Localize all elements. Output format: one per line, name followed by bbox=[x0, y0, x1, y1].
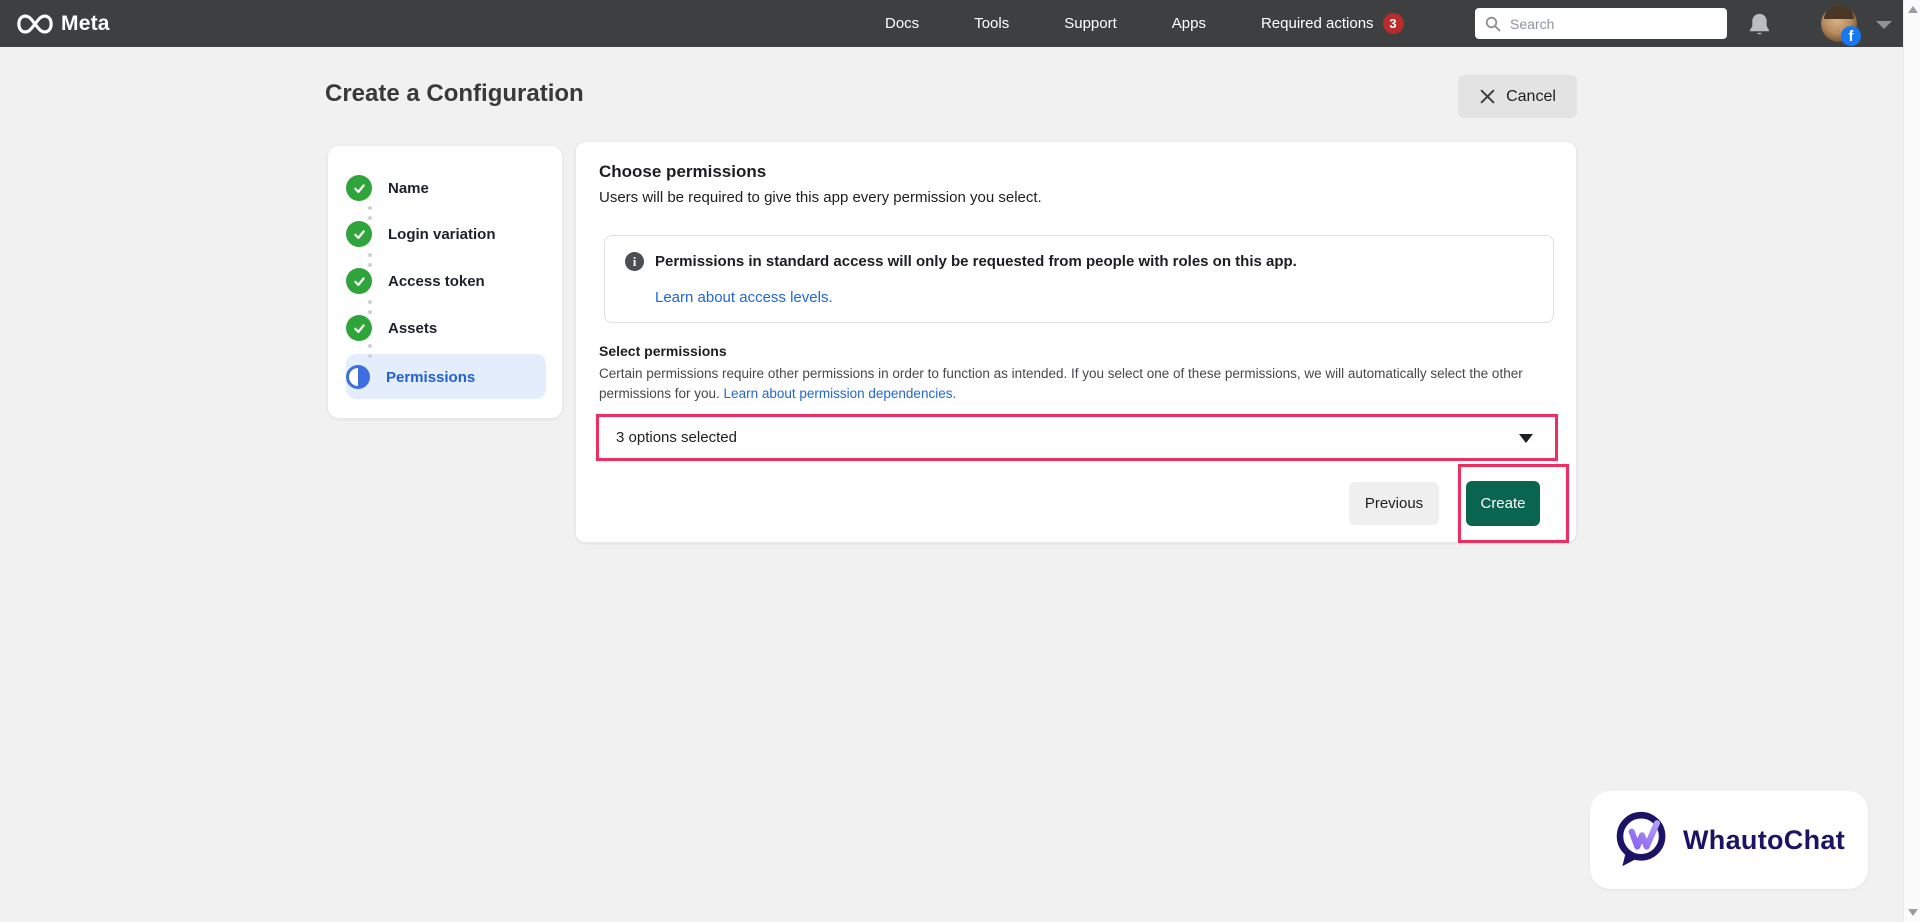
step-name[interactable]: Name bbox=[346, 173, 429, 203]
page-title: Create a Configuration bbox=[325, 80, 584, 107]
step-assets[interactable]: Assets bbox=[346, 313, 437, 343]
nav-apps[interactable]: Apps bbox=[1172, 15, 1206, 32]
step-label: Permissions bbox=[386, 368, 476, 386]
step-connector bbox=[368, 344, 372, 364]
required-actions-count-badge: 3 bbox=[1382, 13, 1404, 34]
nav-docs[interactable]: Docs bbox=[885, 15, 919, 32]
step-label: Login variation bbox=[388, 225, 496, 243]
step-access-token[interactable]: Access token bbox=[346, 266, 485, 296]
cancel-label: Cancel bbox=[1506, 87, 1556, 105]
whautochat-logo-icon bbox=[1616, 811, 1666, 867]
step-label: Assets bbox=[388, 319, 438, 337]
info-text: Permissions in standard access will only… bbox=[655, 253, 1297, 270]
page-scrollbar[interactable] bbox=[1903, 0, 1920, 922]
notifications-bell-icon[interactable] bbox=[1746, 11, 1773, 38]
half-filled-circle-icon bbox=[346, 365, 370, 389]
standard-access-info-box: i Permissions in standard access will on… bbox=[604, 235, 1554, 323]
check-circle-icon bbox=[346, 221, 372, 247]
close-icon bbox=[1480, 89, 1495, 104]
whautochat-brand-text: WhautoChat bbox=[1683, 824, 1845, 855]
cancel-button[interactable]: Cancel bbox=[1458, 75, 1577, 118]
choose-permissions-panel: Choose permissions Users will be require… bbox=[575, 141, 1577, 543]
step-label: Name bbox=[388, 179, 429, 197]
nav-required-actions[interactable]: Required actions 3 bbox=[1261, 13, 1404, 34]
step-label: Access token bbox=[388, 272, 485, 290]
search-icon bbox=[1485, 16, 1501, 31]
dropdown-caret-icon bbox=[1519, 434, 1533, 443]
select-permissions-description: Certain permissions require other permis… bbox=[599, 364, 1561, 404]
wizard-steps-sidebar: Name Login variation Access token Assets… bbox=[327, 145, 563, 419]
step-login-variation[interactable]: Login variation bbox=[346, 219, 496, 249]
select-permissions-heading: Select permissions bbox=[599, 343, 727, 359]
learn-access-levels-link[interactable]: Learn about access levels. bbox=[655, 289, 833, 306]
search-box[interactable] bbox=[1475, 8, 1727, 39]
top-navbar: Meta Docs Tools Support Apps Required ac… bbox=[0, 0, 1903, 47]
facebook-badge-icon: f bbox=[1841, 26, 1861, 46]
panel-subheading: Users will be required to give this app … bbox=[599, 189, 1042, 206]
permission-dependencies-link[interactable]: Learn about permission dependencies. bbox=[724, 386, 957, 401]
meta-logo[interactable]: Meta bbox=[16, 0, 110, 47]
dropdown-selected-value: 3 options selected bbox=[616, 429, 737, 446]
panel-heading: Choose permissions bbox=[599, 162, 767, 181]
nav-menu: Docs Tools Support Apps Required actions… bbox=[885, 0, 1404, 47]
brand-name: Meta bbox=[61, 11, 110, 35]
meta-infinity-icon bbox=[17, 13, 53, 34]
nav-required-actions-label: Required actions bbox=[1260, 15, 1374, 32]
search-input[interactable] bbox=[1510, 15, 1700, 32]
avatar[interactable]: f bbox=[1821, 6, 1861, 46]
check-circle-icon bbox=[346, 268, 372, 294]
scrollbar-up-arrow[interactable] bbox=[1908, 6, 1918, 13]
account-chevron-down-icon[interactable] bbox=[1876, 21, 1892, 29]
check-circle-icon bbox=[346, 175, 372, 201]
previous-button[interactable]: Previous bbox=[1349, 482, 1439, 525]
permissions-dropdown[interactable]: 3 options selected bbox=[599, 417, 1555, 458]
avatar-hair bbox=[1824, 6, 1854, 19]
check-circle-icon bbox=[346, 315, 372, 341]
nav-support[interactable]: Support bbox=[1064, 15, 1117, 32]
step-permissions[interactable]: Permissions bbox=[346, 362, 475, 392]
whautochat-watermark: WhautoChat bbox=[1590, 791, 1868, 889]
nav-tools[interactable]: Tools bbox=[974, 15, 1009, 32]
info-icon: i bbox=[625, 252, 644, 271]
scrollbar-down-arrow[interactable] bbox=[1908, 909, 1918, 916]
create-button[interactable]: Create bbox=[1466, 481, 1540, 526]
